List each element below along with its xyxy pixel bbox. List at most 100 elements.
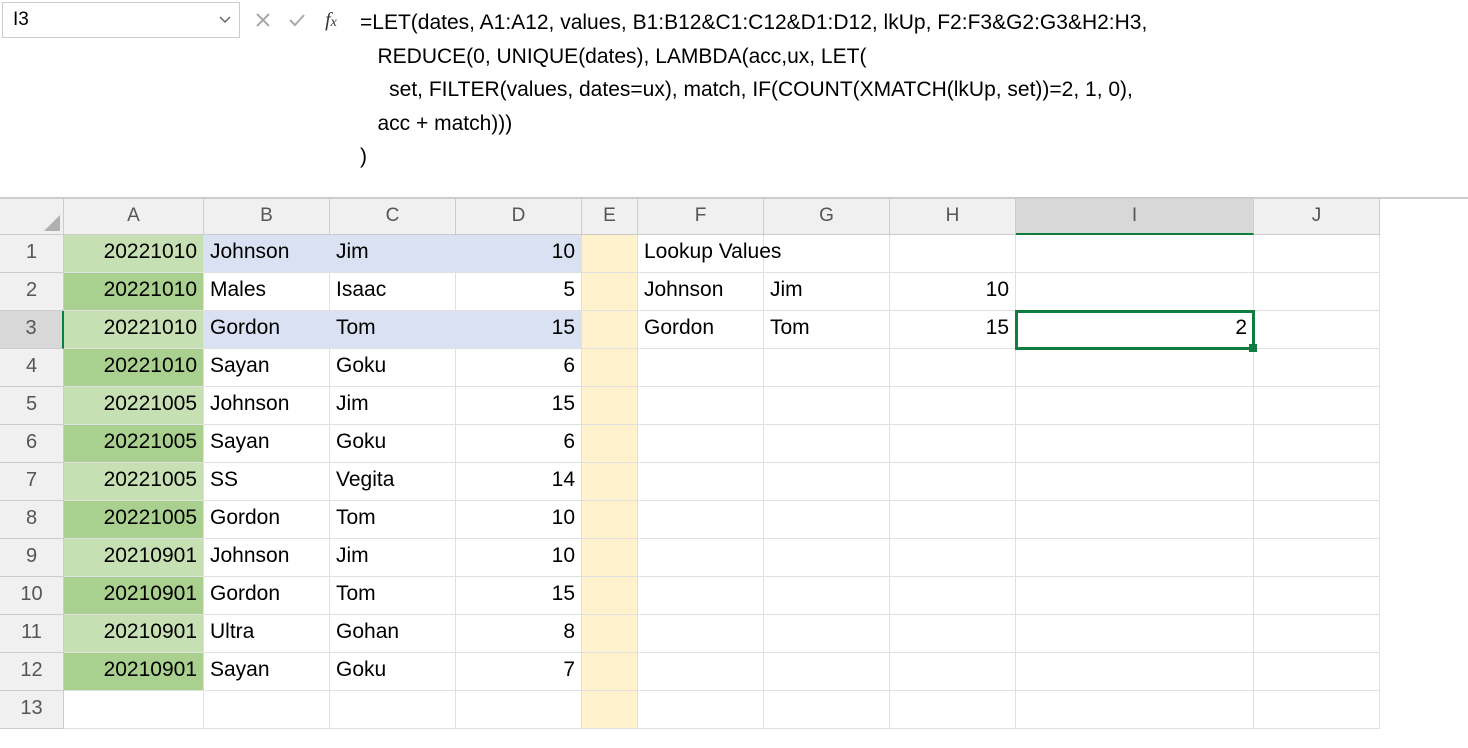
col-header-G[interactable]: G — [764, 199, 890, 235]
cell-E11[interactable] — [582, 615, 638, 653]
cell-D6[interactable]: 6 — [456, 425, 582, 463]
cell-E9[interactable] — [582, 539, 638, 577]
row-header-8[interactable]: 8 — [0, 501, 64, 539]
cell-A6[interactable]: 20221005 — [64, 425, 204, 463]
cell-H10[interactable] — [890, 577, 1016, 615]
cell-A12[interactable]: 20210901 — [64, 653, 204, 691]
cell-E10[interactable] — [582, 577, 638, 615]
col-header-F[interactable]: F — [638, 199, 764, 235]
cell-E4[interactable] — [582, 349, 638, 387]
cell-G9[interactable] — [764, 539, 890, 577]
cell-C10[interactable]: Tom — [330, 577, 456, 615]
cell-B3[interactable]: Gordon — [204, 311, 330, 349]
cell-J13[interactable] — [1254, 691, 1380, 729]
cell-G11[interactable] — [764, 615, 890, 653]
cell-J12[interactable] — [1254, 653, 1380, 691]
fill-handle[interactable] — [1249, 344, 1257, 352]
cell-I1[interactable] — [1016, 235, 1254, 273]
cell-D2[interactable]: 5 — [456, 273, 582, 311]
cell-A5[interactable]: 20221005 — [64, 387, 204, 425]
cell-B12[interactable]: Sayan — [204, 653, 330, 691]
cell-A9[interactable]: 20210901 — [64, 539, 204, 577]
formula-input[interactable]: =LET(dates, A1:A12, values, B1:B12&C1:C1… — [352, 0, 1468, 180]
cell-A10[interactable]: 20210901 — [64, 577, 204, 615]
cell-D1[interactable]: 10 — [456, 235, 582, 273]
row-header-7[interactable]: 7 — [0, 463, 64, 501]
cell-E2[interactable] — [582, 273, 638, 311]
cell-H2[interactable]: 10 — [890, 273, 1016, 311]
cell-I10[interactable] — [1016, 577, 1254, 615]
cell-J6[interactable] — [1254, 425, 1380, 463]
cell-A11[interactable]: 20210901 — [64, 615, 204, 653]
col-header-A[interactable]: A — [64, 199, 204, 235]
cancel-button[interactable] — [246, 3, 280, 37]
cell-J5[interactable] — [1254, 387, 1380, 425]
cell-H13[interactable] — [890, 691, 1016, 729]
cell-I2[interactable] — [1016, 273, 1254, 311]
cell-D8[interactable]: 10 — [456, 501, 582, 539]
cell-I11[interactable] — [1016, 615, 1254, 653]
cell-B6[interactable]: Sayan — [204, 425, 330, 463]
col-header-H[interactable]: H — [890, 199, 1016, 235]
cell-F12[interactable] — [638, 653, 764, 691]
col-header-E[interactable]: E — [582, 199, 638, 235]
cell-A7[interactable]: 20221005 — [64, 463, 204, 501]
col-header-I[interactable]: I — [1016, 199, 1254, 235]
cell-D9[interactable]: 10 — [456, 539, 582, 577]
cell-F7[interactable] — [638, 463, 764, 501]
row-header-5[interactable]: 5 — [0, 387, 64, 425]
cell-H3[interactable]: 15 — [890, 311, 1016, 349]
cell-A1[interactable]: 20221010 — [64, 235, 204, 273]
cell-D3[interactable]: 15 — [456, 311, 582, 349]
cell-J4[interactable] — [1254, 349, 1380, 387]
cell-D12[interactable]: 7 — [456, 653, 582, 691]
cell-H4[interactable] — [890, 349, 1016, 387]
cell-H6[interactable] — [890, 425, 1016, 463]
cell-G13[interactable] — [764, 691, 890, 729]
cell-G3[interactable]: Tom — [764, 311, 890, 349]
cell-D4[interactable]: 6 — [456, 349, 582, 387]
cell-A3[interactable]: 20221010 — [64, 311, 204, 349]
cell-H5[interactable] — [890, 387, 1016, 425]
cell-J3[interactable] — [1254, 311, 1380, 349]
cell-J8[interactable] — [1254, 501, 1380, 539]
row-header-12[interactable]: 12 — [0, 653, 64, 691]
cell-E5[interactable] — [582, 387, 638, 425]
cell-H12[interactable] — [890, 653, 1016, 691]
cell-E3[interactable] — [582, 311, 638, 349]
cell-H9[interactable] — [890, 539, 1016, 577]
col-header-J[interactable]: J — [1254, 199, 1380, 235]
cell-G5[interactable] — [764, 387, 890, 425]
cell-F8[interactable] — [638, 501, 764, 539]
spreadsheet-grid[interactable]: ABCDEFGHIJ120221010JohnsonJim10Lookup Va… — [0, 198, 1468, 729]
row-header-13[interactable]: 13 — [0, 691, 64, 729]
cell-B10[interactable]: Gordon — [204, 577, 330, 615]
row-header-2[interactable]: 2 — [0, 273, 64, 311]
enter-button[interactable] — [280, 3, 314, 37]
cell-C8[interactable]: Tom — [330, 501, 456, 539]
row-header-3[interactable]: 3 — [0, 311, 64, 349]
cell-E13[interactable] — [582, 691, 638, 729]
cell-G12[interactable] — [764, 653, 890, 691]
cell-D7[interactable]: 14 — [456, 463, 582, 501]
cell-F11[interactable] — [638, 615, 764, 653]
cell-D13[interactable] — [456, 691, 582, 729]
cell-H11[interactable] — [890, 615, 1016, 653]
cell-F10[interactable] — [638, 577, 764, 615]
cell-C2[interactable]: Isaac — [330, 273, 456, 311]
row-header-9[interactable]: 9 — [0, 539, 64, 577]
cell-H7[interactable] — [890, 463, 1016, 501]
cell-C7[interactable]: Vegita — [330, 463, 456, 501]
cell-F13[interactable] — [638, 691, 764, 729]
cell-I5[interactable] — [1016, 387, 1254, 425]
cell-F3[interactable]: Gordon — [638, 311, 764, 349]
row-header-1[interactable]: 1 — [0, 235, 64, 273]
cell-D10[interactable]: 15 — [456, 577, 582, 615]
cell-J11[interactable] — [1254, 615, 1380, 653]
cell-H8[interactable] — [890, 501, 1016, 539]
row-header-6[interactable]: 6 — [0, 425, 64, 463]
cell-B13[interactable] — [204, 691, 330, 729]
cell-C13[interactable] — [330, 691, 456, 729]
cell-I8[interactable] — [1016, 501, 1254, 539]
name-box[interactable] — [2, 2, 240, 38]
